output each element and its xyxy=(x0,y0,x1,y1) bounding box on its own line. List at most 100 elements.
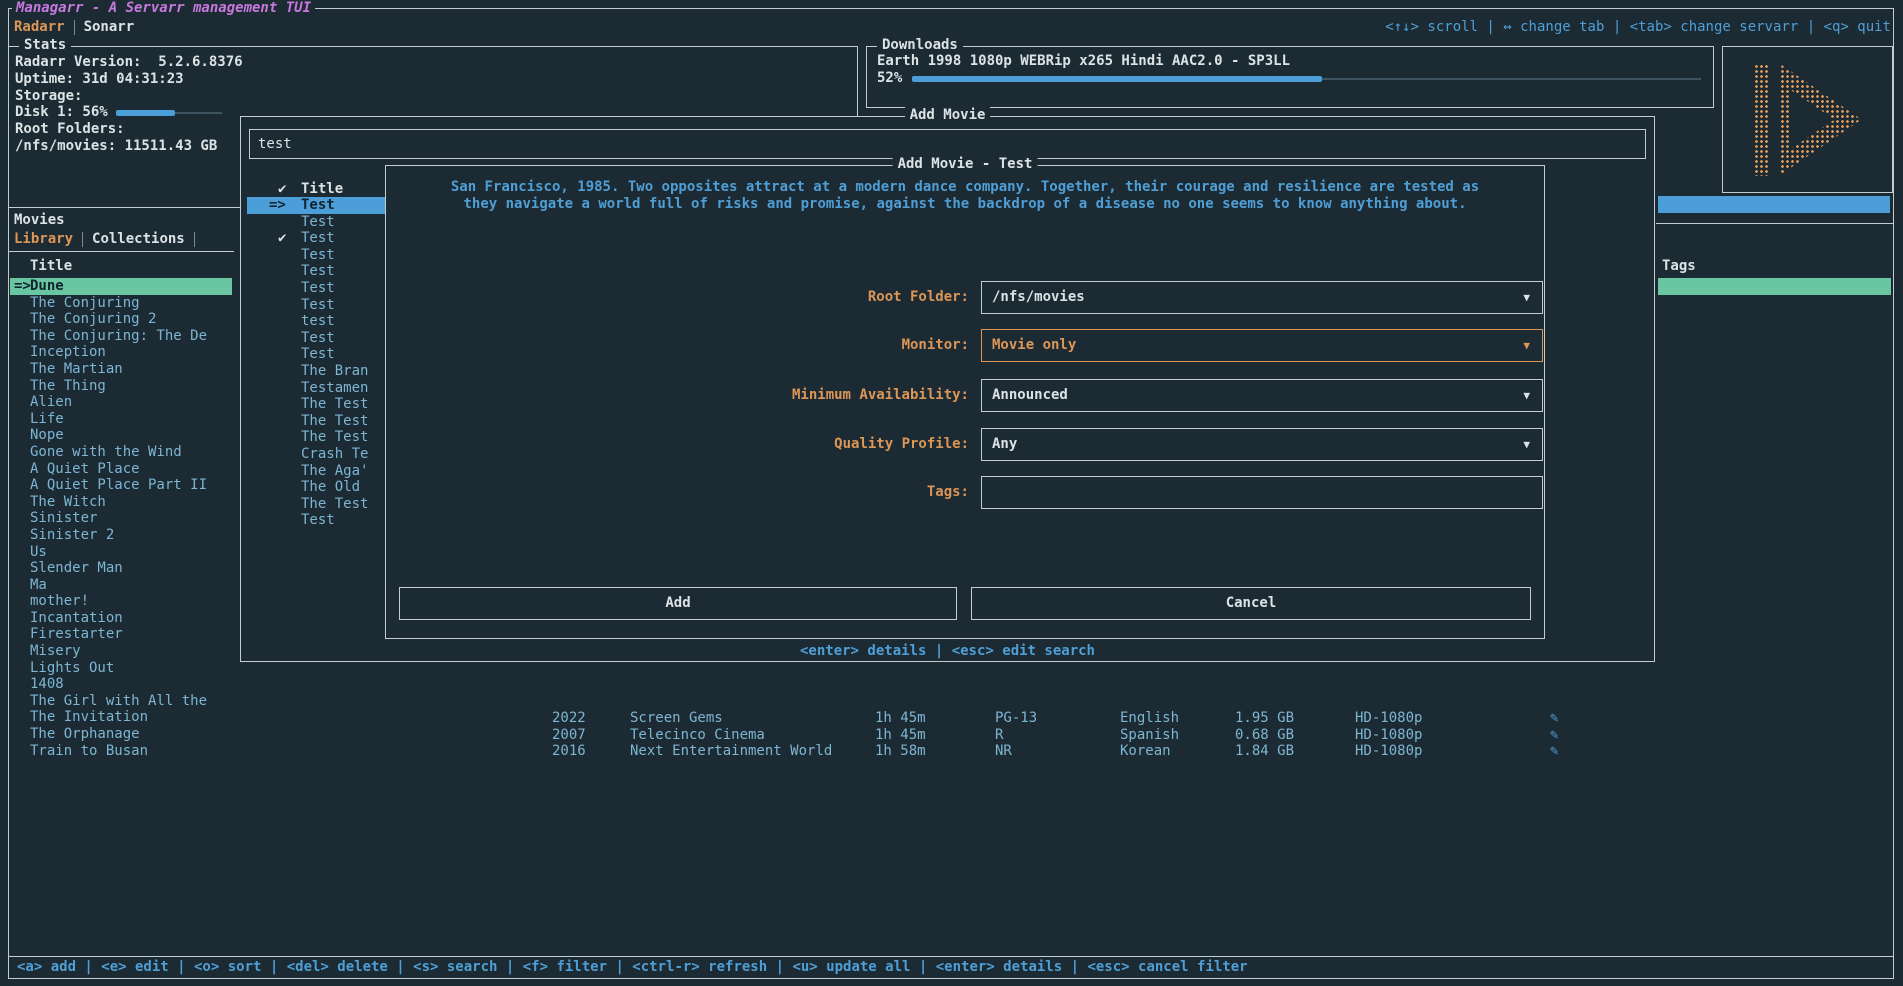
monitor-select[interactable]: Movie only ▼ xyxy=(981,329,1543,362)
movie-list-item[interactable]: 1408 xyxy=(10,676,232,693)
add-movie-search-box xyxy=(249,129,1646,159)
tab-radarr[interactable]: Radarr xyxy=(14,19,65,35)
search-result-row[interactable]: The Bran xyxy=(247,363,385,380)
movie-list-item[interactable]: The Witch xyxy=(10,494,232,511)
result-title: The Test xyxy=(301,496,368,512)
movie-list-item[interactable]: The Martian xyxy=(10,361,232,378)
result-title: Test xyxy=(301,263,335,279)
movie-list-item[interactable]: Incantation xyxy=(10,610,232,627)
movie-list-item[interactable]: mother! xyxy=(10,593,232,610)
logo-panel xyxy=(1722,46,1893,193)
search-result-row[interactable]: ✔ Test xyxy=(247,230,385,247)
storage-label: Storage: xyxy=(15,88,851,105)
movie-title: Us xyxy=(30,544,47,560)
minimum-availability-select[interactable]: Announced ▼ xyxy=(981,379,1543,412)
disk1-progress-fill xyxy=(116,110,175,116)
movie-list-item[interactable]: A Quiet Place Part II xyxy=(10,477,232,494)
search-result-row[interactable]: Test xyxy=(247,280,385,297)
result-title: The Bran xyxy=(301,363,368,379)
movie-title: Nope xyxy=(30,427,64,443)
footer-keybind-help: <a> add | <e> edit | <o> sort | <del> de… xyxy=(17,957,1248,977)
result-title: Test xyxy=(301,297,335,313)
root-folder-select[interactable]: /nfs/movies ▼ xyxy=(981,281,1543,314)
movie-list-item[interactable]: Gone with the Wind xyxy=(10,444,232,461)
cell-studio: Screen Gems xyxy=(630,710,723,727)
tab-collections[interactable]: Collections xyxy=(92,231,185,247)
movie-list-item[interactable]: Nope xyxy=(10,427,232,444)
search-result-row[interactable]: test xyxy=(247,313,385,330)
add-button[interactable]: Add xyxy=(399,587,957,620)
downloads-content: Earth 1998 1080p WEBRip x265 Hindi AAC2.… xyxy=(877,53,1703,87)
table-row[interactable]: 2016 Next Entertainment World 1h 58m NR … xyxy=(240,743,1660,760)
quality-profile-select[interactable]: Any ▼ xyxy=(981,428,1543,461)
search-result-row[interactable]: The Aga' xyxy=(247,463,385,480)
search-result-row[interactable]: Test xyxy=(247,263,385,280)
movie-list-item[interactable]: Us xyxy=(10,544,232,561)
tags-label: Tags: xyxy=(586,476,969,509)
search-result-row[interactable]: The Test xyxy=(247,396,385,413)
selected-movie-row-tags-fragment xyxy=(1658,278,1891,295)
search-result-row[interactable]: Crash Te xyxy=(247,446,385,463)
movie-list-item[interactable]: The Girl with All the xyxy=(10,693,232,710)
movie-list-item[interactable]: A Quiet Place xyxy=(10,461,232,478)
movies-tabbar: Library Collections xyxy=(14,231,195,247)
movie-title: Alien xyxy=(30,394,72,410)
movie-list-item[interactable]: The Conjuring: The De xyxy=(10,328,232,345)
library-list: => Dune The Conjuring The Conjuring 2 Th… xyxy=(10,278,232,759)
minimum-availability-row: Minimum Availability: Announced ▼ xyxy=(386,379,1544,412)
cell-year: 2007 xyxy=(552,727,586,744)
movie-title: The Martian xyxy=(30,361,123,377)
movie-list-item[interactable]: Ma xyxy=(10,577,232,594)
search-result-row[interactable]: Test xyxy=(247,214,385,231)
movie-list-item[interactable]: Life xyxy=(10,411,232,428)
movie-list-item[interactable]: The Conjuring xyxy=(10,295,232,312)
tab-sonarr[interactable]: Sonarr xyxy=(84,19,135,35)
search-result-row[interactable]: => Test xyxy=(247,197,385,214)
movie-overview: San Francisco, 1985. Two opposites attra… xyxy=(396,179,1534,212)
movie-list-item[interactable]: Inception xyxy=(10,344,232,361)
movie-list-item[interactable]: Misery xyxy=(10,643,232,660)
tab-library[interactable]: Library xyxy=(14,231,73,247)
cell-studio: Telecinco Cinema xyxy=(630,727,765,744)
search-result-row[interactable]: Test xyxy=(247,297,385,314)
search-result-row[interactable]: Testamen xyxy=(247,380,385,397)
movie-list-item[interactable]: Train to Busan xyxy=(10,743,232,760)
cancel-button[interactable]: Cancel xyxy=(971,587,1531,620)
tags-input[interactable] xyxy=(981,476,1543,509)
search-result-row[interactable]: Test xyxy=(247,346,385,363)
column-header-title: Title xyxy=(30,258,72,274)
table-row[interactable]: 2007 Telecinco Cinema 1h 45m R Spanish 0… xyxy=(240,727,1660,744)
chevron-down-icon: ▼ xyxy=(1523,380,1530,411)
cell-certification: R xyxy=(995,727,1003,744)
movie-list-item[interactable]: Sinister 2 xyxy=(10,527,232,544)
header-keybind-help: <↑↓> scroll | ↔ change tab | <tab> chang… xyxy=(1385,19,1891,35)
search-result-row[interactable]: The Test xyxy=(247,429,385,446)
movie-list-item[interactable]: The Thing xyxy=(10,378,232,395)
movie-list-item[interactable]: The Orphanage xyxy=(10,726,232,743)
movie-list-item[interactable]: Firestarter xyxy=(10,626,232,643)
movie-list-item[interactable]: Alien xyxy=(10,394,232,411)
root-folder-label: Root Folder: xyxy=(586,281,969,314)
movie-list-item[interactable]: Sinister xyxy=(10,510,232,527)
movie-list-item[interactable]: Slender Man xyxy=(10,560,232,577)
search-result-row[interactable]: The Test xyxy=(247,496,385,513)
tab-separator xyxy=(82,232,83,247)
movie-title: Gone with the Wind xyxy=(30,444,182,460)
search-result-row[interactable]: Test xyxy=(247,512,385,529)
movie-list-item[interactable]: => Dune xyxy=(10,278,232,295)
search-result-row[interactable]: Test xyxy=(247,247,385,264)
search-result-row[interactable]: Test xyxy=(247,330,385,347)
search-result-row[interactable]: The Test xyxy=(247,413,385,430)
movie-list-item[interactable]: The Invitation xyxy=(10,709,232,726)
check-icon: ✔ xyxy=(278,230,286,247)
search-result-row[interactable]: The Old xyxy=(247,479,385,496)
movie-title: Firestarter xyxy=(30,626,123,642)
movie-title: Slender Man xyxy=(30,560,123,576)
column-header-tags: Tags xyxy=(1662,258,1696,274)
cell-year: 2016 xyxy=(552,743,586,760)
movie-list-item[interactable]: The Conjuring 2 xyxy=(10,311,232,328)
movie-list-item[interactable]: Lights Out xyxy=(10,660,232,677)
table-row[interactable]: 2022 Screen Gems 1h 45m PG-13 English 1.… xyxy=(240,710,1660,727)
add-movie-search-input[interactable] xyxy=(250,130,1645,158)
movie-title: The Invitation xyxy=(30,709,148,725)
